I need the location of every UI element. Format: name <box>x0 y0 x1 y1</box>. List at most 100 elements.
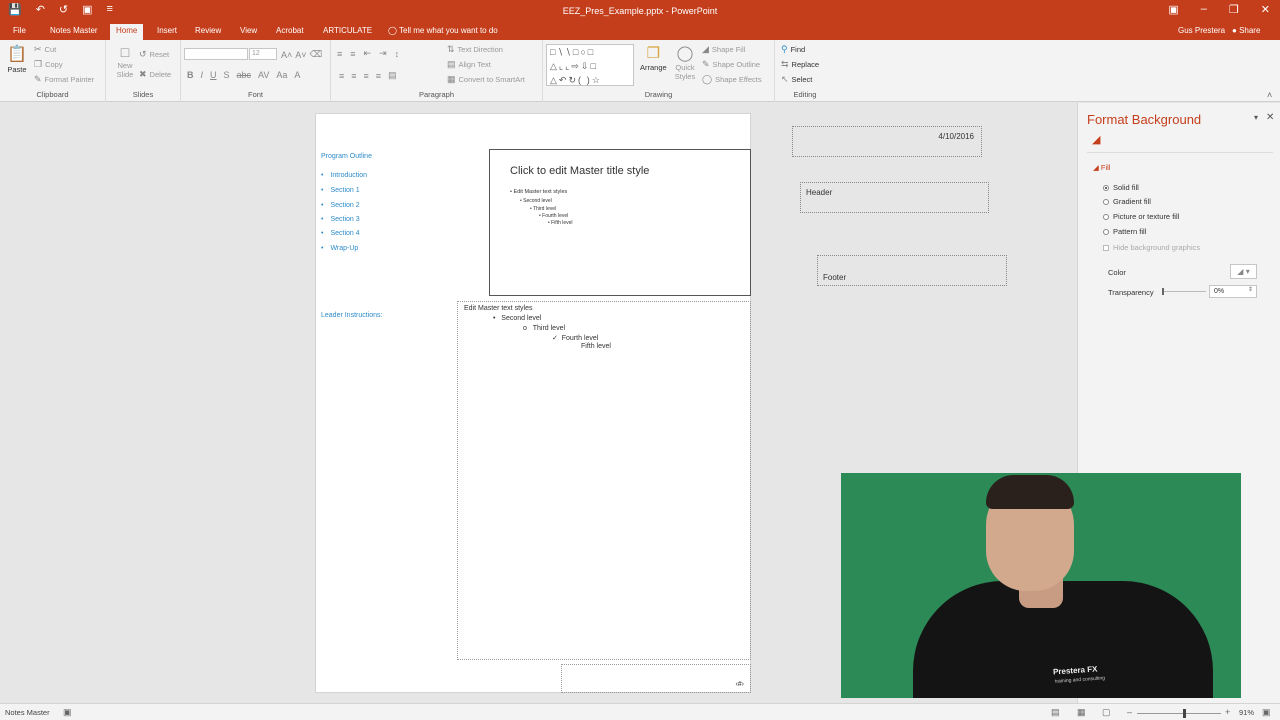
restore-icon[interactable]: ❐ <box>1229 3 1239 16</box>
minimize-icon[interactable]: – <box>1201 3 1207 16</box>
align-right-icon[interactable]: ≡ <box>364 71 369 81</box>
brush-icon: ✎ <box>34 74 42 84</box>
zoom-in-icon[interactable]: + <box>1225 707 1230 717</box>
text-direction-button[interactable]: ⇅ Text Direction <box>447 44 503 55</box>
shape-outline-button[interactable]: ✎ Shape Outline <box>702 59 760 70</box>
tell-me-box[interactable]: ◯ Tell me what you want to do <box>388 26 498 35</box>
select-button[interactable]: ↖ Select <box>781 74 812 85</box>
font-size-box[interactable]: 12 <box>249 48 277 60</box>
notes-icon[interactable]: ▣ <box>63 707 72 718</box>
gradient-fill-radio[interactable]: Gradient fill <box>1103 197 1151 206</box>
shapes-gallery[interactable]: □∖∖□○□ △⌞⌞⇨⇩□ △↶↻( )☆ <box>546 44 634 86</box>
reset-button[interactable]: ↺ Reset <box>139 49 169 60</box>
zoom-slider[interactable] <box>1137 713 1221 714</box>
transparency-input[interactable]: 0% ⇕ <box>1209 285 1257 298</box>
shape-effects-button[interactable]: ◯ Shape Effects <box>702 74 762 85</box>
line-spacing-icon[interactable]: ↕ <box>395 49 400 59</box>
share-button[interactable]: ● Share <box>1232 26 1260 35</box>
smartart-icon: ▦ <box>447 74 456 84</box>
shape-fill-button[interactable]: ◢ Shape Fill <box>702 44 745 55</box>
tab-home[interactable]: Home <box>110 24 144 40</box>
shadow-icon[interactable]: S <box>224 70 230 80</box>
program-outline-heading[interactable]: Program Outline <box>321 153 372 160</box>
picture-fill-radio[interactable]: Picture or texture fill <box>1103 212 1179 221</box>
replace-button[interactable]: ⇆ Replace <box>781 59 819 70</box>
tab-review[interactable]: Review <box>195 26 221 35</box>
justify-icon[interactable]: ≡ <box>376 71 381 81</box>
zoom-level[interactable]: 91% <box>1239 708 1254 717</box>
tab-articulate[interactable]: ARTICULATE <box>323 26 372 35</box>
transparency-slider-handle[interactable] <box>1162 288 1164 295</box>
change-case-icon[interactable]: Aa <box>276 70 287 80</box>
ribbon-display-icon[interactable]: ▣ <box>1168 3 1178 16</box>
new-slide-icon: □ <box>120 44 130 60</box>
tab-acrobat[interactable]: Acrobat <box>276 26 304 35</box>
paint-bucket-icon[interactable]: ◢ <box>1092 133 1100 146</box>
tab-insert[interactable]: Insert <box>157 26 177 35</box>
char-spacing-icon[interactable]: AV <box>258 70 269 80</box>
close-icon[interactable]: ✕ <box>1266 112 1274 123</box>
italic-icon[interactable]: I <box>201 70 204 80</box>
copy-button[interactable]: ❐ Copy <box>34 59 63 70</box>
align-left-icon[interactable]: ≡ <box>339 71 344 81</box>
fit-to-window-icon[interactable]: ▣ <box>1262 707 1271 718</box>
quick-styles-button[interactable]: ◯ Quick Styles <box>672 44 698 81</box>
list-buttons: ≡ ≡ ⇤ ⇥ ↕ <box>337 48 399 59</box>
close-icon[interactable]: ✕ <box>1261 3 1270 16</box>
tab-file[interactable]: File <box>13 26 26 35</box>
align-center-icon[interactable]: ≡ <box>351 71 356 81</box>
pane-options-icon[interactable]: ▾ <box>1254 113 1258 122</box>
align-text-button[interactable]: ▤ Align Text <box>447 59 491 70</box>
outline-item[interactable]: • Section 2 <box>321 202 360 209</box>
tab-notes-master[interactable]: Notes Master <box>50 26 98 35</box>
font-color-icon[interactable]: A <box>294 70 300 80</box>
page-number-placeholder[interactable]: ‹#› <box>561 664 751 693</box>
slide-sorter-icon[interactable]: ▦ <box>1077 707 1086 718</box>
strikethrough-icon[interactable]: abc <box>237 70 252 80</box>
footer-placeholder[interactable]: Footer <box>817 255 1007 286</box>
zoom-out-icon[interactable]: – <box>1127 707 1132 717</box>
paste-button[interactable]: 📋 Paste <box>7 44 27 74</box>
outline-item[interactable]: • Section 3 <box>321 216 360 223</box>
decrease-indent-icon[interactable]: ⇤ <box>364 48 372 59</box>
hide-background-checkbox[interactable]: Hide background graphics <box>1103 243 1200 252</box>
color-picker-button[interactable]: ◢ ▾ <box>1230 264 1257 279</box>
outline-item[interactable]: • Introduction <box>321 172 367 179</box>
reading-view-icon[interactable]: ▢ <box>1102 707 1111 718</box>
solid-fill-radio[interactable]: Solid fill <box>1103 183 1139 192</box>
slide-image-placeholder[interactable]: Click to edit Master title style • Edit … <box>489 149 751 296</box>
person-icon: ● <box>1232 26 1240 35</box>
arrange-button[interactable]: ❐ Arrange <box>640 44 667 72</box>
pattern-fill-radio[interactable]: Pattern fill <box>1103 227 1146 236</box>
bold-icon[interactable]: B <box>187 70 194 80</box>
font-size-buttons[interactable]: A˄ A˅ ⌫ <box>281 49 322 60</box>
numbering-icon[interactable]: ≡ <box>350 49 355 59</box>
underline-icon[interactable]: U <box>210 70 217 80</box>
spinner-icon[interactable]: ⇕ <box>1248 286 1253 293</box>
collapse-ribbon-icon[interactable]: ˄ <box>1267 90 1272 100</box>
normal-view-icon[interactable]: ▤ <box>1051 707 1060 718</box>
transparency-slider[interactable] <box>1162 291 1206 292</box>
tab-view[interactable]: View <box>240 26 257 35</box>
cut-button[interactable]: ✂ Cut <box>34 44 56 55</box>
zoom-slider-handle[interactable] <box>1183 709 1186 718</box>
fill-section-toggle[interactable]: ◢ Fill <box>1093 163 1110 172</box>
find-button[interactable]: ⚲ Find <box>781 44 805 55</box>
header-placeholder[interactable]: Header <box>800 182 989 213</box>
font-name-box[interactable] <box>184 48 248 60</box>
increase-indent-icon[interactable]: ⇥ <box>379 48 387 59</box>
columns-icon[interactable]: ▤ <box>388 70 397 81</box>
format-painter-button[interactable]: ✎ Format Painter <box>34 74 94 85</box>
bullets-icon[interactable]: ≡ <box>337 49 342 59</box>
convert-smartart-button[interactable]: ▦ Convert to SmartArt <box>447 74 525 85</box>
leader-instructions-label[interactable]: Leader Instructions: <box>321 312 382 319</box>
notes-body-placeholder[interactable]: Edit Master text styles • Second level o… <box>457 301 751 660</box>
user-name[interactable]: Gus Prestera <box>1178 26 1225 35</box>
new-slide-button[interactable]: □ New Slide <box>111 44 139 79</box>
outline-item[interactable]: • Section 1 <box>321 187 360 194</box>
outline-item[interactable]: • Wrap-Up <box>321 245 358 252</box>
delete-button[interactable]: ✖ Delete <box>139 69 171 80</box>
outline-item[interactable]: • Section 4 <box>321 230 360 237</box>
header-text: Header <box>806 188 833 197</box>
date-placeholder[interactable]: 4/10/2016 <box>792 126 982 157</box>
